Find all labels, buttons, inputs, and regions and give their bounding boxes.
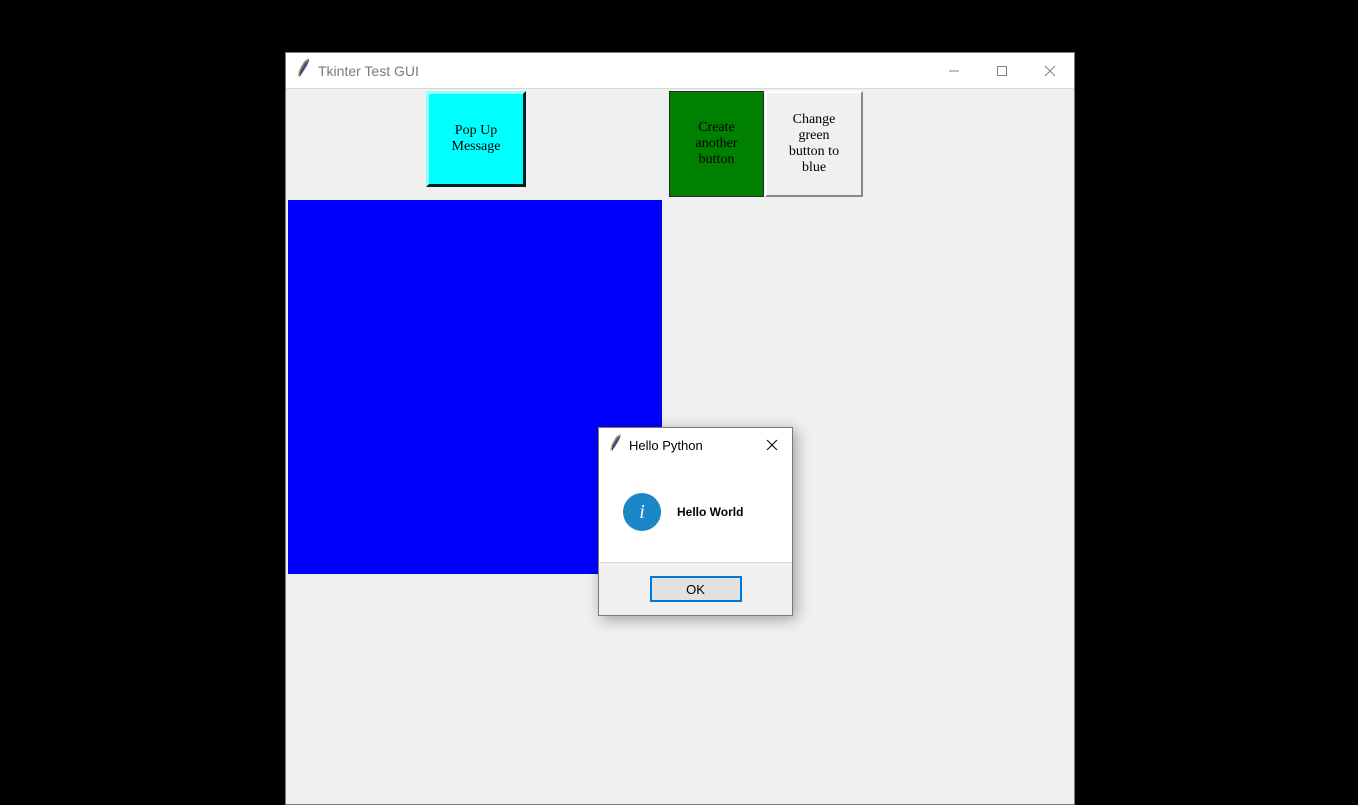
main-titlebar[interactable]: Tkinter Test GUI — [286, 53, 1074, 89]
dialog-close-button[interactable] — [752, 428, 792, 462]
dialog-title: Hello Python — [629, 438, 703, 453]
ok-button[interactable]: OK — [650, 576, 742, 602]
popup-message-button[interactable]: Pop Up Message — [426, 91, 526, 187]
maximize-button[interactable] — [978, 53, 1026, 88]
feather-icon — [607, 434, 623, 457]
dialog-body: i Hello World — [599, 462, 792, 562]
change-green-to-blue-button[interactable]: Change green button to blue — [765, 91, 863, 197]
dialog-message: Hello World — [677, 505, 743, 519]
create-another-button[interactable]: Create another button — [669, 91, 764, 197]
feather-icon — [294, 58, 312, 83]
close-button[interactable] — [1026, 53, 1074, 88]
titlebar-controls — [930, 53, 1074, 88]
message-dialog: Hello Python i Hello World OK — [598, 427, 793, 616]
info-icon: i — [623, 493, 661, 531]
dialog-button-row: OK — [599, 562, 792, 615]
main-window-title: Tkinter Test GUI — [318, 63, 419, 79]
dialog-titlebar[interactable]: Hello Python — [599, 428, 792, 462]
minimize-button[interactable] — [930, 53, 978, 88]
